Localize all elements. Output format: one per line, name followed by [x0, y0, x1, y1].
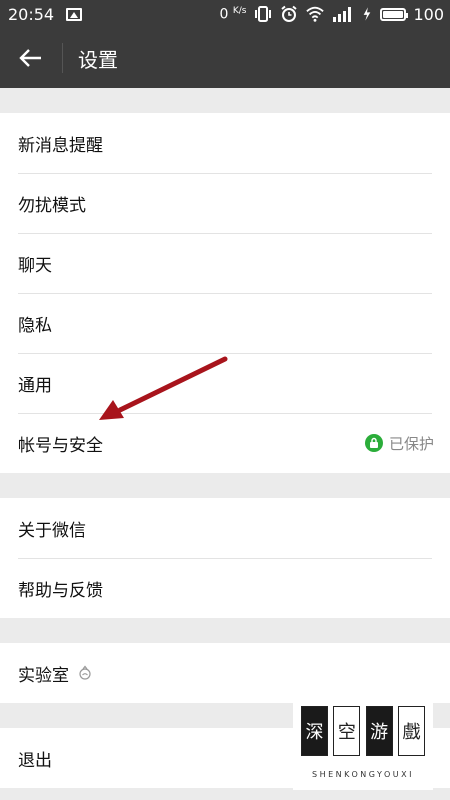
watermark-logo: 深 空 游 戲 SHENKONGYOUXI — [293, 700, 433, 790]
network-speed-value: 0 — [219, 6, 229, 23]
charging-icon — [364, 7, 371, 21]
lab-flask-icon — [77, 665, 93, 681]
back-button[interactable] — [0, 28, 62, 88]
watermark-char: 空 — [333, 706, 361, 756]
vibrate-icon — [255, 6, 272, 22]
battery-level: 100 — [413, 4, 444, 24]
settings-item-lab[interactable]: 实验室 — [0, 643, 450, 703]
settings-item-privacy[interactable]: 隐私 — [0, 293, 450, 353]
watermark-caption: SHENKONGYOUXI — [312, 770, 414, 779]
settings-group-lab: 实验室 — [0, 643, 450, 703]
status-bar: 20:54 0 K/s 100 — [0, 0, 450, 28]
back-arrow-icon — [19, 49, 41, 67]
settings-item-label: 新消息提醒 — [18, 135, 103, 156]
settings-item-label: 通用 — [18, 375, 52, 396]
watermark-char: 游 — [365, 706, 393, 756]
settings-item-label: 帐号与安全 — [18, 435, 103, 456]
settings-item-label: 关于微信 — [18, 520, 86, 541]
settings-item-about-wechat[interactable]: 关于微信 — [0, 498, 450, 558]
settings-item-label: 实验室 — [18, 665, 69, 686]
settings-item-label: 勿扰模式 — [18, 195, 86, 216]
settings-item-help-feedback[interactable]: 帮助与反馈 — [0, 558, 450, 618]
settings-group-main: 新消息提醒 勿扰模式 聊天 隐私 通用 帐号与安全 已保护 — [0, 113, 450, 473]
lock-icon — [364, 434, 383, 452]
settings-item-account-security[interactable]: 帐号与安全 已保护 — [0, 413, 450, 473]
title-divider — [62, 43, 63, 73]
wifi-icon — [306, 6, 325, 22]
network-speed-unit: K/s — [232, 5, 247, 16]
settings-item-label: 帮助与反馈 — [18, 580, 103, 601]
watermark-char: 戲 — [397, 706, 425, 756]
logout-label: 退出 — [18, 750, 52, 771]
settings-item-label: 隐私 — [18, 315, 52, 336]
protected-status-text: 已保护 — [388, 434, 434, 453]
settings-group-about: 关于微信 帮助与反馈 — [0, 498, 450, 618]
battery-indicator: 100 — [380, 5, 444, 24]
signal-icon — [333, 7, 352, 22]
settings-item-chat[interactable]: 聊天 — [0, 233, 450, 293]
settings-item-new-message-alerts[interactable]: 新消息提醒 — [0, 113, 450, 173]
battery-icon — [380, 7, 409, 21]
image-notification-icon — [66, 7, 83, 21]
watermark-char: 深 — [301, 706, 328, 756]
status-icons: 0 K/s 100 — [219, 5, 444, 24]
account-protection-status: 已保护 — [364, 413, 434, 473]
settings-item-general[interactable]: 通用 — [0, 353, 450, 413]
status-time: 20:54 — [8, 4, 55, 24]
settings-item-label: 聊天 — [18, 255, 52, 276]
settings-item-do-not-disturb[interactable]: 勿扰模式 — [0, 173, 450, 233]
title-bar: 设置 — [0, 28, 450, 88]
network-speed: 0 K/s — [219, 6, 246, 23]
watermark-characters: 深 空 游 戲 — [293, 706, 433, 756]
page-title: 设置 — [78, 47, 118, 72]
alarm-icon — [281, 5, 298, 22]
